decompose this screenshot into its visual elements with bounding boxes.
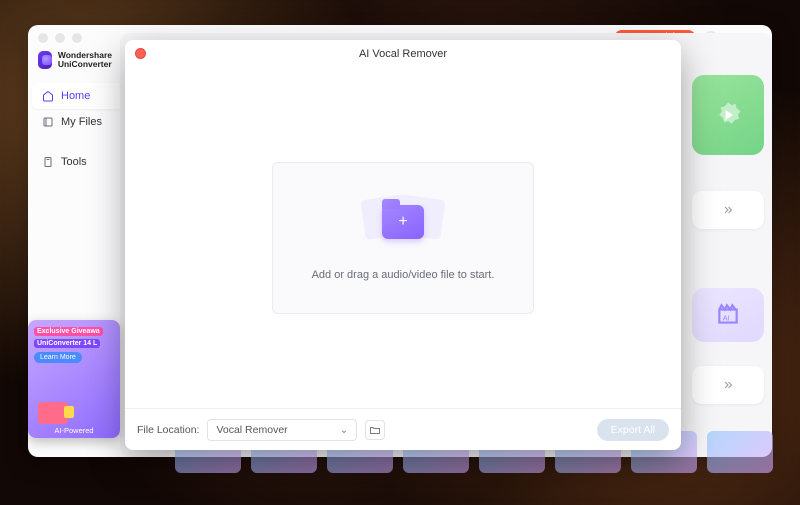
play-badge-icon [713, 100, 743, 130]
chevrons-right-icon [721, 378, 735, 392]
app-logo: Wondershare UniConverter [28, 51, 120, 83]
main-close-dot[interactable] [38, 33, 48, 43]
feature-card-lilac[interactable]: AI [692, 288, 764, 342]
file-location-select[interactable]: Vocal Remover ⌄ [207, 419, 357, 441]
chevrons-right-icon [721, 203, 735, 217]
promo-line2: UniConverter 14 L [34, 339, 100, 348]
file-location-label: File Location: [137, 424, 199, 436]
ai-vocal-remover-modal: AI Vocal Remover + Add or drag a audio/v… [125, 40, 681, 450]
promo-line1: Exclusive Giveawa [34, 327, 103, 336]
promo-learn-more-button[interactable]: Learn More [34, 352, 82, 363]
modal-close-button[interactable] [135, 48, 146, 59]
main-zoom-dot[interactable] [72, 33, 82, 43]
sidebar-item-my-files[interactable]: My Files [32, 109, 120, 135]
modal-footer: File Location: Vocal Remover ⌄ Export Al… [125, 408, 681, 450]
thumbnail[interactable] [707, 431, 773, 473]
tools-icon [42, 156, 54, 168]
sidebar-item-label: My Files [61, 116, 102, 128]
main-minimize-dot[interactable] [55, 33, 65, 43]
desktop-background: See Pricing Wondershare [0, 0, 800, 505]
promo-footer: AI-Powered [28, 426, 120, 435]
dropzone-hint: Add or drag a audio/video file to start. [312, 269, 495, 281]
sidebar-item-tools[interactable]: Tools [32, 149, 120, 175]
chevron-down-icon: ⌄ [340, 424, 349, 436]
modal-titlebar[interactable]: AI Vocal Remover [125, 40, 681, 68]
export-all-button[interactable]: Export All [597, 419, 669, 441]
home-icon [42, 90, 54, 102]
file-location-value: Vocal Remover [216, 424, 287, 436]
carousel-next-2[interactable] [692, 366, 764, 404]
feature-card-green[interactable] [692, 75, 764, 155]
sidebar-item-label: Home [61, 90, 90, 102]
promo-banner[interactable]: Exclusive Giveawa UniConverter 14 L Lear… [28, 320, 120, 438]
carousel-next-1[interactable] [692, 191, 764, 229]
modal-title: AI Vocal Remover [359, 48, 447, 60]
brand-line2: UniConverter [58, 60, 112, 69]
svg-text:AI: AI [723, 313, 730, 322]
sidebar-item-home[interactable]: Home [32, 83, 120, 109]
folder-icon [369, 424, 381, 436]
camera-illustration [38, 402, 68, 424]
sidebar-item-label: Tools [61, 156, 87, 168]
open-folder-button[interactable] [365, 420, 385, 440]
logo-icon [38, 51, 52, 69]
folder-plus-icon: + [353, 195, 453, 251]
main-window-titlebar: See Pricing [28, 25, 772, 33]
main-traffic-lights[interactable] [38, 33, 82, 43]
files-icon [42, 116, 54, 128]
ai-clapper-icon: AI [715, 302, 741, 328]
file-dropzone[interactable]: + Add or drag a audio/video file to star… [272, 162, 534, 314]
